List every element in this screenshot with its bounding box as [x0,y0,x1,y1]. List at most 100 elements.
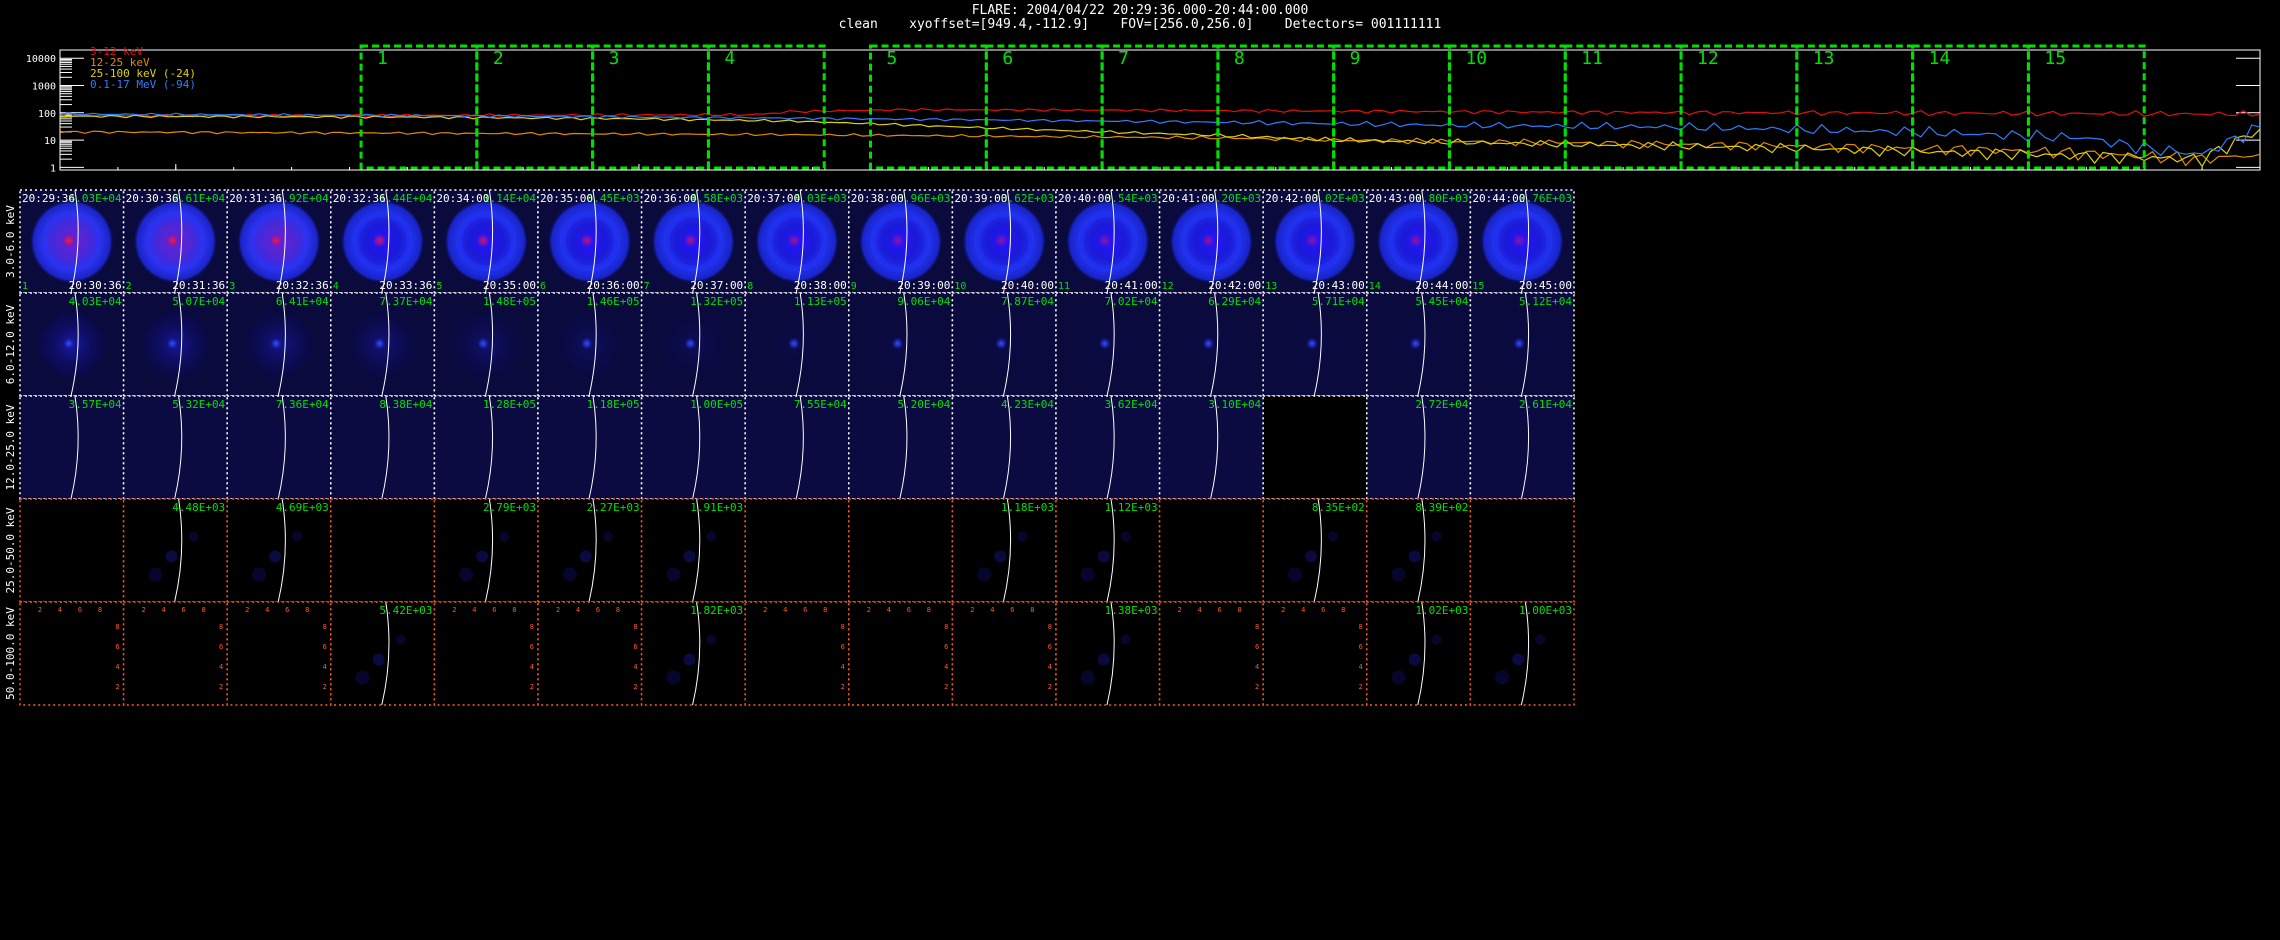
axis-tick-label: 8 [1237,606,1241,614]
axis-tick-label: 4 [1048,663,1052,671]
panel-tint [641,396,746,499]
noise-blob [372,653,385,666]
image-panel: 2.61E+04 [1469,395,1575,500]
panel-tint [745,396,849,499]
noise-blob [666,567,681,582]
axis-tick-label: 6 [115,643,119,651]
noise-blob [165,550,178,563]
image-panel: 8.38E+04 [330,395,436,500]
peak-value-label: 5.20E+04 [897,398,950,411]
noise-blob [1097,550,1110,563]
axis-tick-label: 4 [944,663,948,671]
flare-core [476,233,491,248]
axis-tick-label: 6 [181,606,185,614]
image-panel: 2 2 4 4 6 6 8 8 [1262,601,1368,706]
flare-core [1512,233,1527,248]
flare-core [1305,233,1319,248]
start-time-label: 20:30:36 [126,192,179,205]
peak-value-label: 2.27E+03 [587,501,640,514]
axis-tick-label: 2 [1359,683,1363,691]
axis-tick-label: 6 [803,606,807,614]
axis-tick-label: 6 [907,606,911,614]
panel-background [434,602,538,705]
noise-blob [683,550,696,563]
peak-value-label: 8.39E+02 [1415,501,1468,514]
image-panel: 1.00E+03 [1469,601,1575,706]
panel-background [1159,602,1264,705]
panel-background [227,602,331,705]
axis-tick-label: 6 [285,606,289,614]
image-panel: 1.48E+05 [433,292,539,397]
end-time-label: 20:30:36 [69,279,122,292]
interval-index-label: 9 [851,281,857,292]
peak-value-label: 2.61E+04 [172,192,225,205]
image-panel: 3.20E+0320:41:00 20:42:00 12 [1158,189,1264,294]
noise-blob [252,567,266,582]
peak-value-label: 4.23E+04 [1001,398,1054,411]
noise-blob [562,567,577,582]
noise-blob [292,531,302,542]
panel-background [1366,499,1471,602]
peak-value-label: 1.18E+05 [587,398,640,411]
image-panel: 7.36E+04 [226,395,332,500]
axis-tick-label: 2 [556,606,560,614]
peak-value-label: 2.79E+03 [483,501,536,514]
panel-background [641,499,746,602]
peak-value-label: 5.45E+04 [1415,295,1468,308]
peak-value-label: 4.69E+03 [276,501,329,514]
axis-tick-label: 8 [633,623,637,631]
flare-core [62,337,75,350]
image-panel: 8.35E+02 [1262,498,1368,603]
noise-blob [1097,653,1110,666]
y-tick-label: 1 [50,163,56,174]
interval-index-label: 15 [1472,281,1484,292]
flare-core [787,233,801,248]
flare-core [1202,337,1215,350]
image-panel: 4.03E+0420:29:36 20:30:36 1 [19,189,125,294]
start-time-label: 20:34:00 [436,192,489,205]
noise-blob [706,634,717,645]
axis-tick-label: 4 [887,606,891,614]
panel-background [848,602,953,705]
image-panel: 2 2 4 4 6 6 8 8 [122,601,228,706]
image-panel: 4.48E+03 [122,498,228,603]
energy-band-label: 50.0-100.0 keV [4,607,17,700]
image-panel: 5.71E+04 [1262,292,1368,397]
axis-tick-label: 8 [823,606,827,614]
noise-blob [1431,634,1442,645]
panel-background [1366,602,1471,705]
interval-index-label: 4 [333,281,339,292]
image-panel: 3.96E+0320:38:00 20:39:00 9 [848,189,954,294]
axis-tick-label: 6 [219,643,223,651]
end-time-label: 20:44:00 [1415,279,1468,292]
noise-blob [579,550,592,563]
noise-blob [1120,531,1131,542]
image-panel: 3.62E+04 [1055,395,1161,500]
image-panel: 2 2 4 4 6 6 8 8 [226,601,332,706]
flare-core [684,337,697,350]
end-time-label: 20:45:00 [1519,279,1572,292]
image-panel: 7.55E+04 [744,395,850,500]
interval-index-label: 1 [22,281,28,292]
image-panel: 1.12E+03 [1055,498,1161,603]
interval-number: 6 [1002,48,1013,69]
panel-tint [20,396,124,499]
noise-blob [1512,653,1525,666]
image-panel [1262,395,1368,500]
axis-tick-label: 2 [219,683,223,691]
noise-blob [1431,531,1442,542]
interval-index-label: 6 [540,281,546,292]
image-panel [848,498,954,603]
flare-core [372,233,387,248]
axis-tick-label: 6 [1359,643,1363,651]
flare-core [1513,337,1526,350]
flare-core [1201,233,1216,248]
image-panel: 1.44E+0420:32:36 20:33:36 4 [330,189,436,294]
flare-core [994,233,1009,248]
axis-tick-label: 2 [115,683,119,691]
image-panel: 1.82E+03 [640,601,746,706]
noise-blob [188,531,199,542]
panel-background [538,602,642,705]
noise-blob [1288,567,1302,582]
peak-value-label: 5.42E+03 [379,604,432,617]
